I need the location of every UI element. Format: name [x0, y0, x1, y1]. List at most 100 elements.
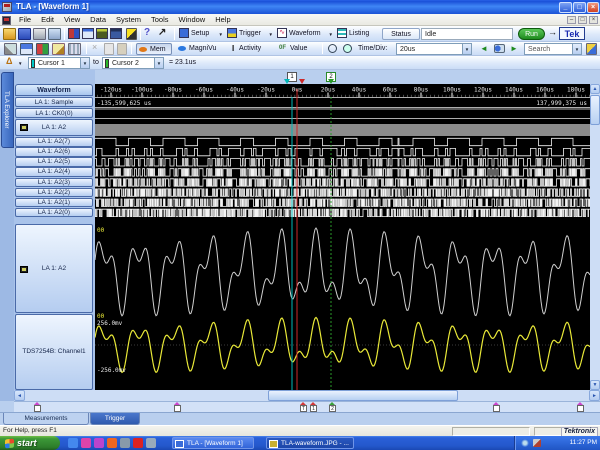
- search-combo[interactable]: Search ▼: [524, 43, 582, 55]
- cursor2-combo[interactable]: Cursor 2 ▼: [102, 57, 164, 69]
- vertical-scrollbar[interactable]: ▲ ▼: [590, 84, 600, 390]
- waveform-label-bit[interactable]: LA 1: A2(5): [15, 157, 93, 167]
- vertical-scroll-thumb[interactable]: [590, 95, 600, 125]
- delta-icon[interactable]: Δ: [6, 56, 12, 66]
- cut-icon[interactable]: ×: [92, 42, 97, 52]
- mdi-restore-button[interactable]: □: [578, 16, 587, 24]
- maximize-button[interactable]: □: [573, 2, 586, 13]
- quicklaunch-icon-6[interactable]: [133, 438, 143, 448]
- print-icon[interactable]: [33, 28, 46, 40]
- listing-window-icon[interactable]: [110, 28, 122, 39]
- waveform-label-bit[interactable]: LA 1: A2(7): [15, 137, 93, 147]
- waveform-label-sample[interactable]: LA 1: Sample: [15, 97, 93, 107]
- activity-button[interactable]: I Activity: [230, 43, 274, 55]
- waveform-label-clock[interactable]: LA 1: CK0(0): [15, 108, 93, 118]
- menu-item-data[interactable]: Data: [85, 14, 111, 26]
- start-button[interactable]: start: [0, 436, 60, 450]
- tray-app-icon[interactable]: [533, 439, 541, 447]
- waveform-label-bit[interactable]: LA 1: A2(1): [15, 198, 93, 208]
- marker-pin[interactable]: [577, 405, 584, 412]
- waveform-plot[interactable]: -120us-100us-80us-60us-40us-20us0us20us4…: [95, 84, 590, 390]
- add-mark-icon[interactable]: [20, 43, 33, 55]
- menu-item-system[interactable]: System: [111, 14, 146, 26]
- chevron-down-icon[interactable]: ▼: [462, 44, 471, 54]
- search-next-icon[interactable]: ►: [510, 44, 518, 53]
- waveform-label-bit[interactable]: LA 1: A2(3): [15, 178, 93, 188]
- menu-item-view[interactable]: View: [59, 14, 85, 26]
- waveform-label-group[interactable]: LA 1: A2: [15, 119, 93, 136]
- waveform-label-analog[interactable]: LA 1: A2: [15, 224, 93, 313]
- setup-window-icon[interactable]: [68, 28, 80, 39]
- tab-trigger[interactable]: Trigger: [90, 413, 140, 425]
- quicklaunch-icon-7[interactable]: [146, 438, 156, 448]
- status-button[interactable]: Status: [382, 28, 420, 40]
- quicklaunch-icon-2[interactable]: [81, 438, 91, 448]
- paste-icon[interactable]: [117, 43, 127, 55]
- send-icon[interactable]: [48, 28, 61, 40]
- zoom-in-icon[interactable]: [343, 44, 352, 53]
- chevron-down-icon[interactable]: ▼: [154, 58, 163, 68]
- edit-properties-icon[interactable]: [126, 28, 137, 40]
- setup-button[interactable]: Setup ▼: [179, 28, 223, 40]
- quicklaunch-icon-4[interactable]: [107, 438, 117, 448]
- menu-item-window[interactable]: Window: [174, 14, 211, 26]
- search-options-icon[interactable]: [586, 43, 597, 55]
- marker-pin[interactable]: [493, 405, 500, 412]
- menu-item-edit[interactable]: Edit: [36, 14, 59, 26]
- mem-button[interactable]: Mem: [136, 43, 172, 55]
- menu-item-help[interactable]: Help: [210, 14, 235, 26]
- waveform-window-icon[interactable]: [96, 28, 108, 39]
- close-button[interactable]: ×: [587, 2, 599, 13]
- mdi-close-button[interactable]: ×: [589, 16, 598, 24]
- waveform-label-bit[interactable]: LA 1: A2(6): [15, 147, 93, 157]
- horizontal-scrollbar[interactable]: ◄ ►: [14, 390, 600, 401]
- help-icon[interactable]: ?: [144, 27, 150, 38]
- quicklaunch-icon-1[interactable]: [68, 438, 78, 448]
- waveform-button[interactable]: ∿ Waveform ▼: [277, 28, 333, 40]
- copy-icon[interactable]: [104, 43, 114, 55]
- save-icon[interactable]: [18, 28, 31, 40]
- value-button[interactable]: 0F Value: [278, 43, 318, 55]
- marker-pin[interactable]: 1: [310, 405, 317, 412]
- menu-item-file[interactable]: File: [14, 14, 36, 26]
- timediv-combo[interactable]: 20us ▼: [396, 43, 472, 55]
- run-button[interactable]: Run: [518, 28, 545, 40]
- scroll-right-icon[interactable]: ►: [589, 390, 600, 401]
- menu-item-tools[interactable]: Tools: [146, 14, 174, 26]
- tab-measurements[interactable]: Measurements: [3, 413, 89, 425]
- measure-icon[interactable]: [52, 43, 65, 55]
- tray-network-icon[interactable]: [521, 439, 529, 447]
- waveform-label-bit[interactable]: LA 1: A2(0): [15, 208, 93, 218]
- chevron-down-icon[interactable]: ▼: [80, 58, 89, 68]
- waveform-label-bit[interactable]: LA 1: A2(4): [15, 167, 93, 177]
- mdi-minimize-button[interactable]: –: [567, 16, 576, 24]
- binoculars-icon[interactable]: [494, 44, 505, 53]
- run-tool-icon[interactable]: ↗: [158, 27, 166, 38]
- marker-pin[interactable]: [174, 405, 181, 412]
- horizontal-scroll-thumb[interactable]: [268, 390, 458, 401]
- link-waveforms-icon[interactable]: [4, 43, 17, 55]
- grid-icon[interactable]: [68, 43, 81, 55]
- magnivu-button[interactable]: MagniVu: [176, 43, 226, 55]
- zoom-out-icon[interactable]: [328, 44, 337, 53]
- waveform-label-bit[interactable]: LA 1: A2(2): [15, 188, 93, 198]
- chevron-down-icon[interactable]: ▼: [572, 44, 581, 54]
- waveform-label-scope[interactable]: TDS7254B: Channel1: [15, 314, 93, 390]
- scroll-up-icon[interactable]: ▲: [590, 84, 600, 94]
- trigger-window-icon[interactable]: [82, 28, 94, 39]
- scroll-left-icon[interactable]: ◄: [14, 390, 25, 401]
- cursor1-combo[interactable]: Cursor 1 ▼: [28, 57, 90, 69]
- tla-explorer-tab[interactable]: TLA Explorer: [1, 72, 14, 148]
- trigger-button[interactable]: Trigger ▼: [227, 28, 273, 40]
- quicklaunch-icon-3[interactable]: [94, 438, 104, 448]
- marker-pin[interactable]: [34, 405, 41, 412]
- scroll-down-icon[interactable]: ▼: [590, 380, 600, 390]
- marker-pin[interactable]: 2: [329, 405, 336, 412]
- search-prev-icon[interactable]: ◄: [480, 44, 488, 53]
- minimize-button[interactable]: _: [559, 2, 572, 13]
- taskbar-task-tla[interactable]: TLA - [Waveform 1]: [172, 437, 254, 449]
- quicklaunch-icon-5[interactable]: [120, 438, 130, 448]
- go-to-mark-icon[interactable]: [36, 43, 49, 55]
- listing-button[interactable]: Listing: [337, 28, 377, 40]
- taskbar-task-image[interactable]: TLA-waveform.JPG - ...: [266, 437, 354, 449]
